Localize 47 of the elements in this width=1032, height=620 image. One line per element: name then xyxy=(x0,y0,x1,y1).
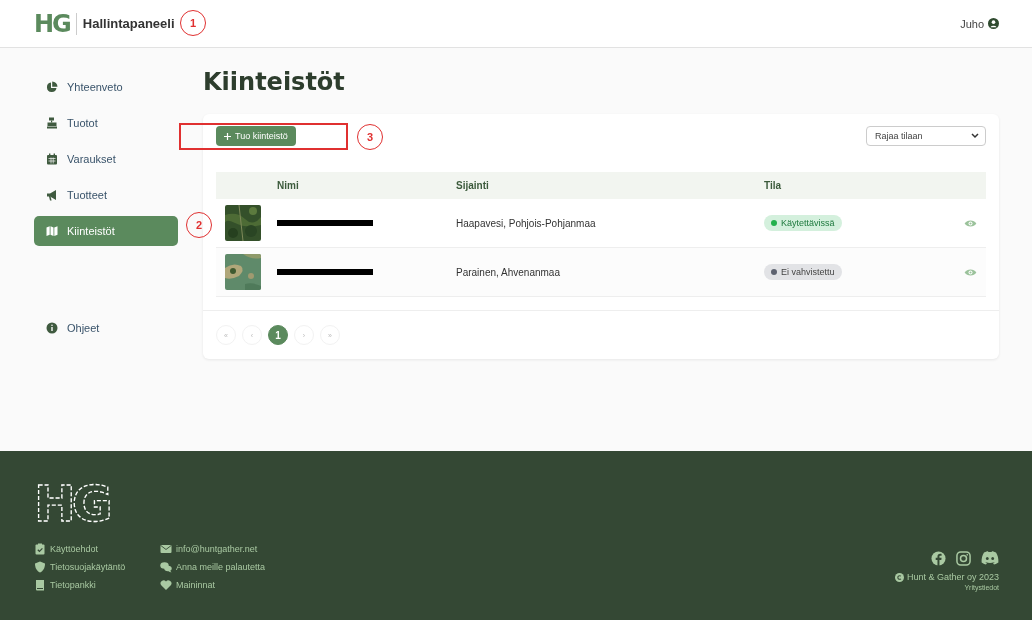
footer-link[interactable]: Tietosuojakäytäntö xyxy=(34,561,160,573)
info-icon xyxy=(46,322,58,334)
calendar-icon xyxy=(46,153,58,165)
table-cell: Haapavesi, Pohjois-Pohjanmaa xyxy=(456,217,596,229)
shield-icon xyxy=(34,561,46,573)
map-icon xyxy=(46,225,58,237)
column-header: Sijainti xyxy=(456,180,489,191)
user-avatar-icon[interactable] xyxy=(988,18,999,29)
facebook-icon[interactable] xyxy=(931,551,946,566)
plus-icon xyxy=(224,132,231,140)
footer-link[interactable]: Käyttöehdot xyxy=(34,543,160,555)
status-filter-dropdown[interactable]: Rajaa tilaan xyxy=(866,126,986,146)
sidebar-item[interactable]: Tuotot xyxy=(34,108,178,138)
footer-link[interactable]: info@huntgather.net xyxy=(160,543,286,555)
footer-link[interactable]: Tietopankki xyxy=(34,579,160,591)
envelope-icon xyxy=(160,543,172,555)
column-header: Tila xyxy=(764,180,782,191)
status-badge: Käytettävissä xyxy=(764,215,842,231)
copyright-text: Hunt & Gather oy 2023 xyxy=(906,572,999,582)
pie-chart-icon xyxy=(46,81,58,93)
sidebar-item[interactable]: Yhteenveto xyxy=(34,72,178,102)
sidebar-item[interactable]: Kiinteistöt xyxy=(34,216,178,246)
chevron-down-icon xyxy=(971,133,979,139)
footer-logo: HG xyxy=(34,477,110,527)
heart-icon xyxy=(160,579,172,591)
app-title: Hallintapaneeli xyxy=(82,16,175,31)
help-link[interactable]: Ohjeet xyxy=(34,313,178,343)
sidebar-item[interactable]: Tuotteet xyxy=(34,180,178,210)
table-cell: Parainen, Ahvenanmaa xyxy=(456,266,560,278)
sidebar-item[interactable]: Varaukset xyxy=(34,144,178,174)
instagram-icon[interactable] xyxy=(956,551,971,566)
megaphone-icon xyxy=(46,189,58,201)
status-badge: Ei vahvistettu xyxy=(764,264,842,280)
user-name[interactable]: Juho xyxy=(960,17,984,30)
copyright-icon xyxy=(894,572,904,582)
add-property-button[interactable]: Tuo kiinteistö xyxy=(216,126,296,146)
book-icon xyxy=(34,579,46,591)
logo: HG xyxy=(34,12,77,35)
column-header: Nimi xyxy=(277,180,299,191)
footer-link[interactable]: Anna meille palautetta xyxy=(160,561,286,573)
page-title: Kiinteistöt xyxy=(203,68,346,96)
clipboard-icon xyxy=(34,543,46,555)
discord-icon[interactable] xyxy=(981,551,999,565)
footer-link[interactable]: Maininnat xyxy=(160,579,286,591)
page-button[interactable]: 1 xyxy=(268,325,288,345)
cash-register-icon xyxy=(46,117,58,129)
chat-bubbles-icon xyxy=(160,561,172,573)
